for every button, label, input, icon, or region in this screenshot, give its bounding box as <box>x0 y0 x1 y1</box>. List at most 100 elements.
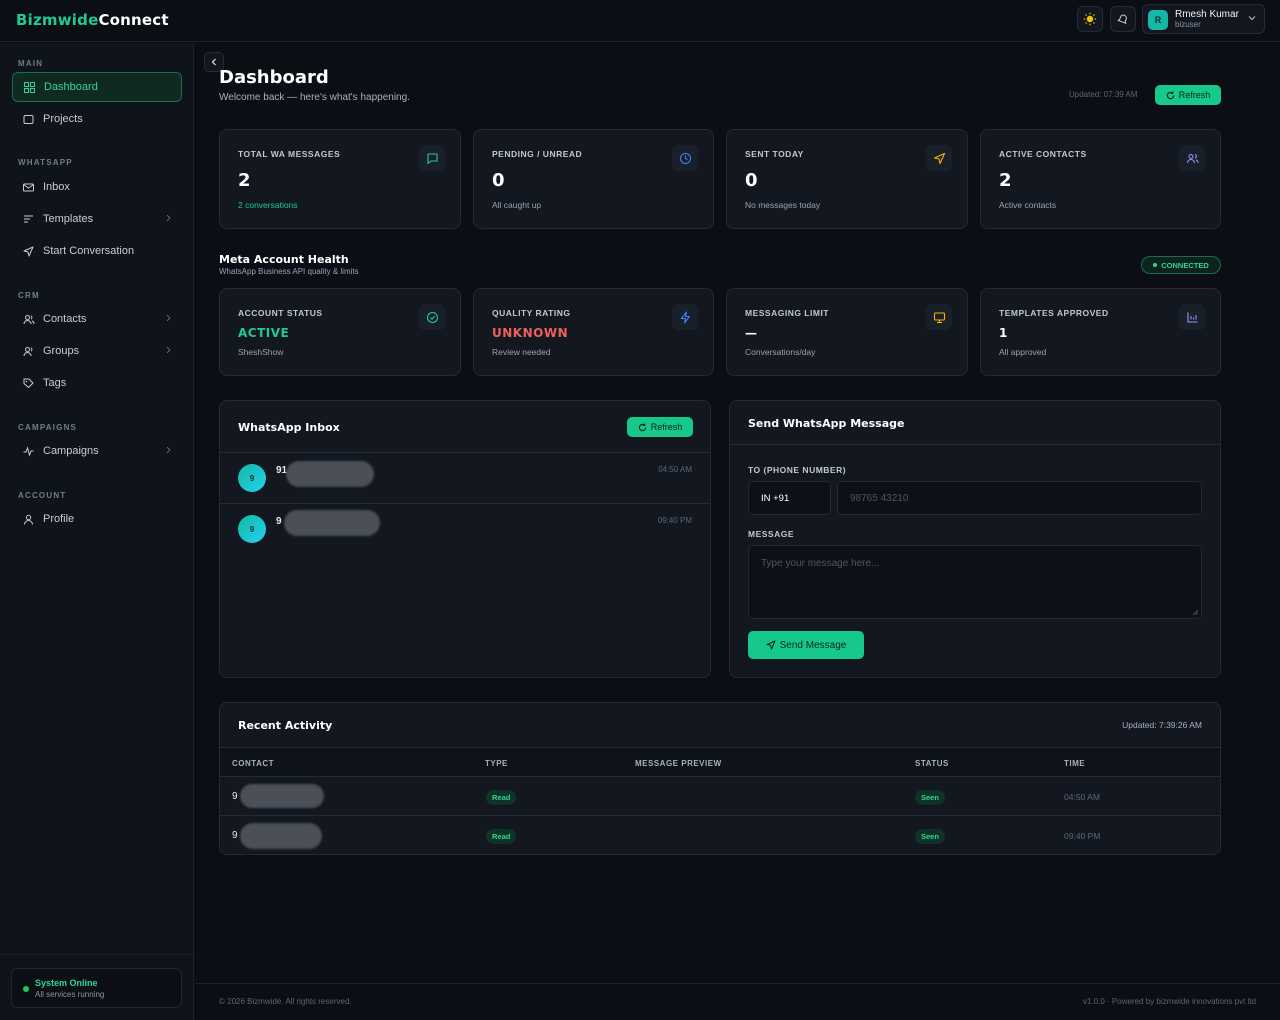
health-subtitle: WhatsApp Business API quality & limits <box>219 267 359 276</box>
footer-divider <box>195 983 1280 984</box>
user-menu[interactable]: R Rmesh Kumar bizuser <box>1142 4 1265 34</box>
send-icon <box>766 640 776 650</box>
page-title: Dashboard <box>219 67 329 88</box>
inbox-title: WhatsApp Inbox <box>238 421 340 434</box>
user-name: Rmesh Kumar <box>1175 9 1239 20</box>
avatar: R <box>1148 10 1168 30</box>
send-icon <box>22 245 35 258</box>
system-status: System Online All services running <box>11 968 182 1008</box>
section-label-whatsapp: WHATSAPP <box>18 158 73 167</box>
stat-label: PENDING / UNREAD <box>492 149 583 159</box>
chevron-down-icon <box>1248 16 1256 21</box>
zap-icon <box>672 304 698 330</box>
message-placeholder: Type your message here... <box>761 558 880 569</box>
health-card-templates-approved: TEMPLATES APPROVED 1 All approved <box>980 288 1221 376</box>
stat-value: 0 <box>492 170 505 191</box>
sidebar-item-templates[interactable]: Templates <box>12 204 182 234</box>
sidebar-item-label: Tags <box>43 377 67 389</box>
group-icon <box>22 345 35 358</box>
sidebar-item-start-conversation[interactable]: Start Conversation <box>12 236 182 266</box>
sidebar-item-label: Start Conversation <box>43 245 135 257</box>
redacted-contact <box>240 784 324 808</box>
send-button-label: Send Message <box>779 639 847 651</box>
health-label: ACCOUNT STATUS <box>238 308 323 318</box>
sidebar-item-profile[interactable]: Profile <box>12 504 182 534</box>
health-value: 1 <box>999 326 1008 340</box>
stat-card-active-contacts: ACTIVE CONTACTS 2 Active contacts <box>980 129 1221 229</box>
brand-logo[interactable]: BizmwideConnect <box>16 11 169 29</box>
section-label-main: MAIN <box>18 59 44 68</box>
section-label-campaigns: CAMPAIGNS <box>18 423 78 432</box>
stat-label: ACTIVE CONTACTS <box>999 149 1087 159</box>
table-row[interactable]: 9 Read Seen 09:40 PM <box>220 817 1220 855</box>
section-label-account: ACCOUNT <box>18 491 67 500</box>
status-dot <box>23 986 29 992</box>
health-card-account-status: ACCOUNT STATUS ACTIVE SheshShow <box>219 288 461 376</box>
country-code-select[interactable]: IN +91 <box>748 481 831 515</box>
health-value: — <box>745 326 758 340</box>
column-header: CONTACT <box>232 759 275 768</box>
health-title: Meta Account Health <box>219 253 349 266</box>
type-badge: Read <box>486 829 517 844</box>
footer-copyright: © 2026 Bizmwide. All rights reserved. <box>219 997 352 1006</box>
notification-button[interactable] <box>1110 6 1136 32</box>
refresh-label: Refresh <box>650 422 683 432</box>
status-badge: Seen <box>915 829 945 844</box>
sidebar-item-inbox[interactable]: Inbox <box>12 172 182 202</box>
stat-label: SENT TODAY <box>745 149 804 159</box>
message-textarea[interactable]: Type your message here... <box>748 545 1202 619</box>
clock-icon <box>672 145 698 171</box>
system-status-title: System Online <box>35 978 98 988</box>
health-card-quality-rating: QUALITY RATING UNKNOWN Review needed <box>473 288 714 376</box>
sidebar-item-projects[interactable]: Projects <box>12 104 182 134</box>
send-title: Send WhatsApp Message <box>748 417 905 430</box>
redacted-name <box>284 510 380 536</box>
stat-label: TOTAL WA MESSAGES <box>238 149 341 159</box>
stat-sub: No messages today <box>745 200 821 210</box>
contact-cell: 9 <box>232 791 238 802</box>
stat-card-sent-today: SENT TODAY 0 No messages today <box>726 129 968 229</box>
table-row[interactable]: 9 Read Seen 04:50 AM <box>220 778 1220 816</box>
sidebar-item-contacts[interactable]: Contacts <box>12 304 182 334</box>
send-message-button[interactable]: Send Message <box>748 631 864 659</box>
stat-value: 2 <box>238 170 251 191</box>
refresh-icon <box>638 422 646 431</box>
status-badge: Seen <box>915 790 945 805</box>
brand-part2: Connect <box>98 11 169 29</box>
sidebar-item-tags[interactable]: Tags <box>12 368 182 398</box>
theme-toggle-button[interactable] <box>1077 6 1103 32</box>
inbox-conversation-item[interactable]: 9 9 09:40 PM <box>220 504 710 554</box>
bell-icon <box>1117 14 1127 25</box>
page-subtitle: Welcome back — here's what's happening. <box>219 92 410 103</box>
chevron-left-icon <box>211 58 216 66</box>
grid-icon <box>23 81 36 94</box>
users-icon <box>22 313 35 326</box>
inbox-conversation-item[interactable]: 9 91 04:50 AM <box>220 453 710 503</box>
phone-number-input[interactable]: 98765 43210 <box>837 481 1202 515</box>
inbox-refresh-button[interactable]: Refresh <box>627 417 693 437</box>
chevron-right-icon <box>166 214 171 222</box>
stat-card-total-messages: TOTAL WA MESSAGES 2 2 conversations <box>219 129 461 229</box>
sidebar-item-groups[interactable]: Groups <box>12 336 182 366</box>
sidebar-item-campaigns[interactable]: Campaigns <box>12 436 182 466</box>
conversation-time: 09:40 PM <box>657 516 692 525</box>
stat-sub: All caught up <box>492 200 542 210</box>
sidebar: MAIN Dashboard Projects WHATSAPP Inbox T… <box>0 43 194 1020</box>
health-value: UNKNOWN <box>492 326 569 340</box>
activity-updated: Updated: 7:39:26 AM <box>1122 720 1202 730</box>
phone-placeholder: 98765 43210 <box>850 492 909 504</box>
footer-version: v1.0.0 · Powered by bizmwide innovations… <box>1083 997 1256 1006</box>
tag-icon <box>22 377 35 390</box>
sidebar-item-label: Campaigns <box>43 445 99 457</box>
health-card-messaging-limit: MESSAGING LIMIT — Conversations/day <box>726 288 968 376</box>
column-header: TIME <box>1064 759 1086 768</box>
brand-part1: Bizmwide <box>16 11 99 29</box>
status-badge: CONNECTED <box>1141 256 1221 274</box>
stat-sub: 2 conversations <box>238 200 298 210</box>
user-role: bizuser <box>1175 20 1201 29</box>
sidebar-item-dashboard[interactable]: Dashboard <box>12 72 182 102</box>
resize-handle-icon[interactable] <box>1192 609 1199 616</box>
refresh-button[interactable]: Refresh <box>1155 85 1221 105</box>
chart-icon <box>1179 304 1205 330</box>
health-label: TEMPLATES APPROVED <box>999 308 1109 318</box>
